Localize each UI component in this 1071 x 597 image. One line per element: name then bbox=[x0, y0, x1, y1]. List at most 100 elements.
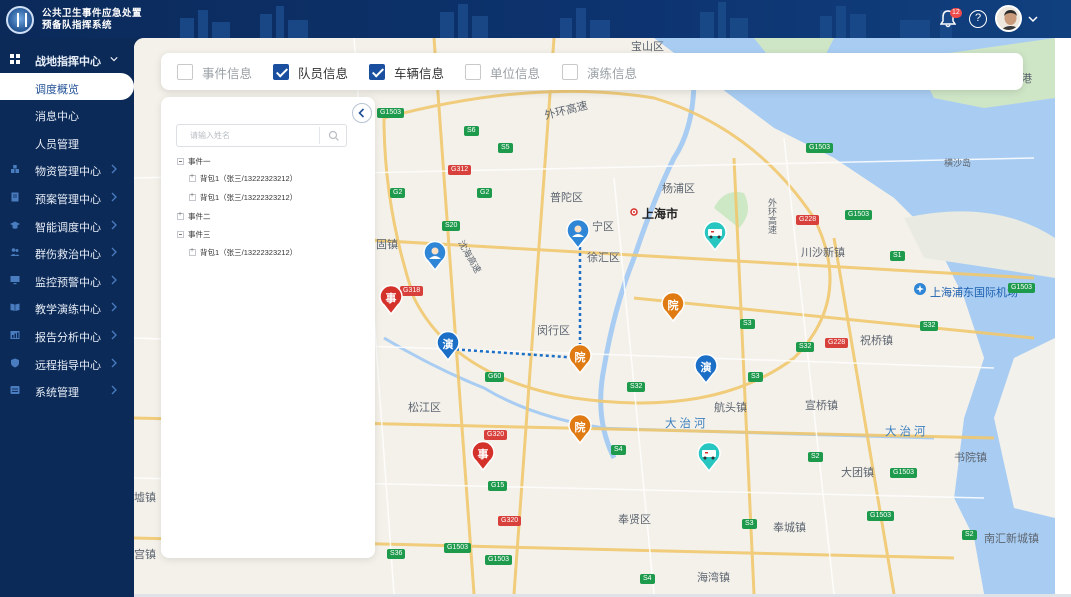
filter-label: 队员信息 bbox=[298, 66, 349, 81]
search-icon[interactable] bbox=[328, 130, 340, 142]
tree-node-event[interactable]: 事件二 bbox=[177, 211, 211, 222]
drill-marker[interactable]: 演 bbox=[435, 331, 461, 361]
map-label: 川沙新镇 bbox=[801, 247, 845, 259]
expand-toggle-icon[interactable] bbox=[177, 211, 184, 220]
filter-drill-info[interactable]: 演练信息 bbox=[562, 64, 637, 81]
route-shield: G1503 bbox=[890, 468, 918, 478]
sidebar-item-materials[interactable]: 物资管理中心 bbox=[0, 155, 134, 183]
sidebar-item-mass-casualty[interactable]: 群伤救治中心 bbox=[0, 238, 134, 266]
checkbox[interactable] bbox=[177, 64, 193, 80]
route-shield: G228 bbox=[825, 338, 849, 348]
sidebar-item-plans[interactable]: 预案管理中心 bbox=[0, 183, 134, 211]
tree-node-event[interactable]: 事件一 bbox=[177, 156, 211, 167]
collapse-toggle-icon[interactable] bbox=[177, 231, 184, 238]
checkbox[interactable] bbox=[369, 64, 385, 80]
map-label: 松江区 bbox=[408, 402, 441, 414]
route-shield: S3 bbox=[748, 372, 763, 382]
incident-marker[interactable]: 事 bbox=[470, 441, 496, 471]
chevron-right-icon bbox=[111, 385, 117, 395]
sidebar-item-battlefield-command[interactable]: 战地指挥中心 bbox=[0, 45, 134, 73]
route-shield: G1503 bbox=[377, 108, 405, 118]
route-shield: G1503 bbox=[806, 143, 834, 153]
city-skyline-banner bbox=[180, 2, 952, 38]
hospital-marker[interactable]: 院 bbox=[660, 292, 686, 322]
sidebar-item-reports[interactable]: 报告分析中心 bbox=[0, 321, 134, 349]
incident-marker[interactable]: 事 bbox=[378, 285, 404, 315]
member-marker[interactable] bbox=[422, 241, 448, 271]
map-label: 墟镇 bbox=[134, 492, 156, 504]
checkbox[interactable] bbox=[562, 64, 578, 80]
route-shield: G1503 bbox=[867, 511, 895, 521]
expand-toggle-icon[interactable] bbox=[189, 173, 196, 182]
route-shield: S32 bbox=[920, 321, 939, 331]
tree-node-label: 事件一 bbox=[188, 157, 211, 166]
route-shield: G2 bbox=[390, 188, 406, 198]
sidebar-item-label: 人员管理 bbox=[35, 138, 79, 151]
vehicle-marker[interactable] bbox=[702, 221, 728, 251]
sidebar-item-message-center[interactable]: 消息中心 bbox=[0, 100, 134, 128]
search-input[interactable] bbox=[177, 125, 319, 146]
filter-label: 事件信息 bbox=[202, 66, 253, 81]
sidebar-item-personnel[interactable]: 人员管理 bbox=[0, 128, 134, 156]
member-marker[interactable] bbox=[565, 219, 591, 249]
map-label-airport: 上海浦东国际机场 bbox=[930, 287, 1018, 299]
map-right-edge bbox=[1055, 38, 1071, 597]
user-avatar[interactable] bbox=[995, 5, 1022, 32]
route-shield: S20 bbox=[442, 221, 461, 231]
sidebar-item-training[interactable]: 教学演练中心 bbox=[0, 293, 134, 321]
tree-node-event[interactable]: 事件三 bbox=[177, 229, 211, 240]
filter-member-info[interactable]: 队员信息 bbox=[273, 64, 349, 81]
top-header: 公共卫生事件应急处置 预备队指挥系统 12 ? bbox=[0, 0, 1071, 38]
sidebar-item-system-management[interactable]: 系统管理 bbox=[0, 376, 134, 404]
book-icon bbox=[10, 303, 20, 312]
drill-marker[interactable]: 演 bbox=[693, 354, 719, 384]
sidebar-item-label: 监控预警中心 bbox=[35, 276, 101, 289]
map-label: 书院镇 bbox=[954, 452, 987, 464]
chevron-right-icon bbox=[111, 358, 117, 367]
name-search bbox=[176, 124, 347, 147]
app-title: 公共卫生事件应急处置 预备队指挥系统 bbox=[42, 8, 142, 32]
route-shield: S3 bbox=[740, 319, 755, 329]
route-shield: S3 bbox=[742, 519, 757, 529]
map-label: 宫镇 bbox=[134, 549, 156, 561]
checkbox[interactable] bbox=[465, 64, 481, 80]
help-icon[interactable]: ? bbox=[969, 10, 987, 28]
expand-toggle-icon[interactable] bbox=[189, 247, 196, 256]
tree-node-backpack[interactable]: 背包1（张三/13222323212） bbox=[189, 173, 297, 184]
tree-node-label: 事件三 bbox=[188, 230, 211, 239]
collapse-panel-button[interactable] bbox=[352, 103, 372, 123]
document-icon bbox=[11, 192, 19, 202]
filter-event-info[interactable]: 事件信息 bbox=[177, 64, 253, 81]
filter-unit-info[interactable]: 单位信息 bbox=[465, 64, 540, 81]
marker-label: 事 bbox=[386, 291, 397, 305]
marker-label: 院 bbox=[575, 420, 586, 434]
checkbox[interactable] bbox=[273, 64, 289, 80]
filter-vehicle-info[interactable]: 车辆信息 bbox=[369, 64, 444, 81]
route-shield: G1503 bbox=[1008, 283, 1036, 293]
marker-label: 事 bbox=[478, 447, 489, 461]
sidebar-item-smart-dispatch[interactable]: 智能调度中心 bbox=[0, 211, 134, 239]
report-icon bbox=[10, 330, 20, 339]
map-label: 宣桥镇 bbox=[805, 400, 838, 412]
sidebar-item-label: 战地指挥中心 bbox=[35, 56, 101, 68]
collapse-toggle-icon[interactable] bbox=[177, 158, 184, 165]
chevron-right-icon bbox=[111, 164, 117, 174]
sidebar-item-dispatch-overview[interactable]: 调度概览 bbox=[0, 72, 134, 101]
chevron-down-icon bbox=[110, 57, 118, 62]
expand-toggle-icon[interactable] bbox=[189, 192, 196, 201]
hospital-marker[interactable]: 院 bbox=[567, 344, 593, 374]
vehicle-marker[interactable] bbox=[696, 442, 722, 472]
chevron-down-icon[interactable] bbox=[1028, 14, 1038, 24]
tree-node-label: 背包1（张三/13222323212） bbox=[200, 248, 298, 257]
route-shield: S1 bbox=[890, 251, 905, 261]
notification-badge: 12 bbox=[950, 8, 962, 18]
map-label-river: 大治河 bbox=[665, 418, 709, 430]
hospital-marker[interactable]: 院 bbox=[567, 414, 593, 444]
tree-node-backpack[interactable]: 背包1（张三/13222323212） bbox=[189, 247, 297, 258]
chevron-right-icon bbox=[111, 330, 117, 340]
sidebar-item-remote-guidance[interactable]: 远程指导中心 bbox=[0, 349, 134, 377]
sidebar-item-monitoring[interactable]: 监控预警中心 bbox=[0, 266, 134, 294]
tree-node-label: 事件二 bbox=[188, 212, 211, 221]
tree-node-backpack[interactable]: 背包1（张三/13222323212） bbox=[189, 192, 297, 203]
city-center-icon bbox=[630, 208, 638, 216]
